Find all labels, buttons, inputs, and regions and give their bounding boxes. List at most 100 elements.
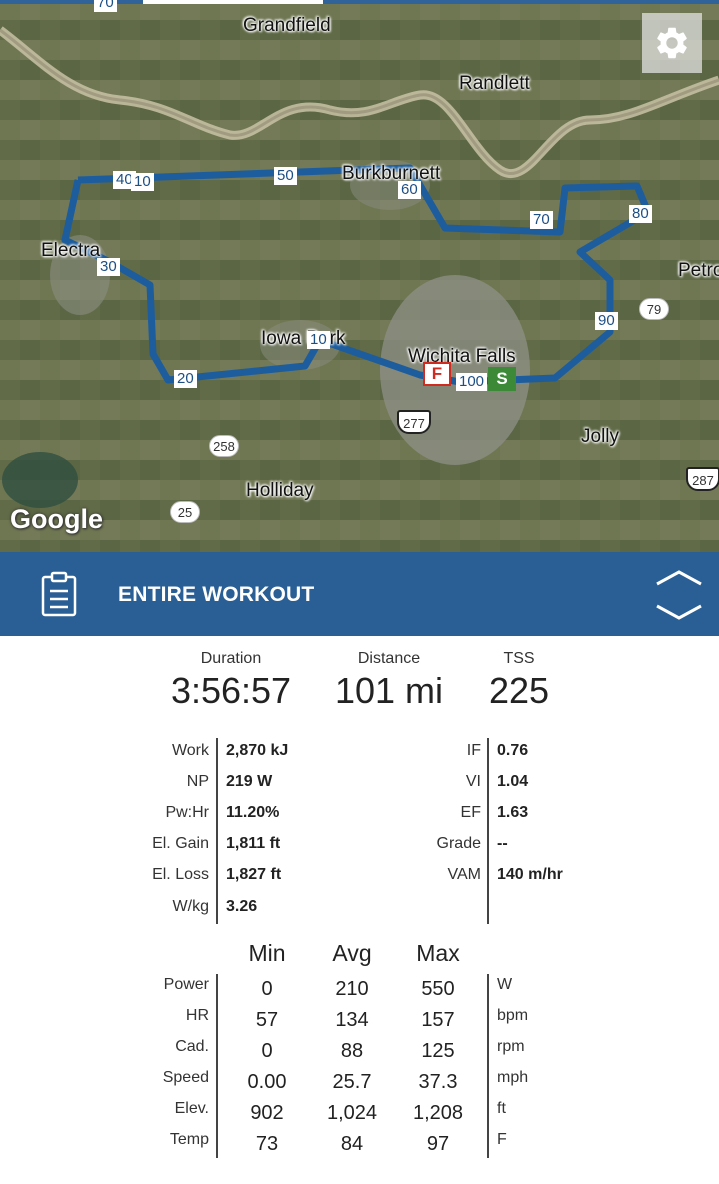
finish-marker[interactable]: F: [423, 362, 451, 386]
stat-min: 902: [250, 1102, 284, 1124]
chevron-down-icon: [656, 604, 702, 620]
stat-label: HR: [185, 1007, 209, 1024]
detail-value: 2,870 kJ: [226, 742, 289, 759]
mile-marker: 50: [274, 167, 297, 185]
mile-marker: 60: [398, 181, 421, 199]
workout-header-bar[interactable]: ENTIRE WORKOUT: [0, 552, 719, 636]
detail-label: El. Loss: [152, 866, 209, 883]
town-label: Petro: [678, 260, 719, 281]
stat-unit: bpm: [497, 1007, 529, 1024]
detail-label: VI: [465, 773, 481, 790]
google-logo: Google: [10, 504, 103, 534]
summary-value: 3:56:57: [170, 670, 292, 711]
divider: [487, 974, 489, 1158]
detail-value: 219 W: [226, 773, 273, 790]
divider: [216, 738, 218, 924]
summary-label: TSS: [503, 650, 535, 667]
stat-min: 73: [255, 1133, 279, 1155]
mile-marker: 70: [94, 0, 117, 12]
stat-avg: 210: [335, 978, 369, 1000]
mile-marker: 20: [174, 370, 197, 388]
stat-min: 0: [261, 1040, 273, 1062]
detail-label: VAM: [447, 866, 481, 883]
column-header-min: Min: [248, 940, 286, 966]
column-header-max: Max: [416, 940, 460, 966]
summary-value: 225: [488, 670, 550, 711]
stat-min: 57: [255, 1009, 279, 1031]
stat-avg: 1,024: [326, 1102, 378, 1124]
mile-marker: 30: [97, 258, 120, 276]
detail-value: 11.20%: [226, 804, 280, 821]
detail-label: W/kg: [172, 898, 209, 915]
town-label: Iowa Park: [261, 328, 346, 349]
detail-value: 140 m/hr: [497, 866, 563, 883]
detail-value: 0.76: [497, 742, 529, 759]
column-header-avg: Avg: [332, 940, 372, 966]
detail-value: 1,811 ft: [226, 835, 281, 852]
stat-label: Cad.: [175, 1038, 209, 1055]
detail-label: Work: [171, 742, 209, 759]
detail-value: 1,827 ft: [226, 866, 282, 883]
summary-distance: Distance 101 mi: [318, 650, 460, 712]
detail-label: El. Gain: [152, 835, 209, 852]
stat-avg: 84: [340, 1133, 364, 1155]
road-shield: 79: [639, 298, 669, 320]
summary-value: 101 mi: [334, 670, 444, 711]
mile-marker: 80: [629, 205, 652, 223]
town-label: Burkburnett: [342, 163, 441, 184]
road-shield: 25: [170, 501, 200, 523]
divider: [487, 738, 489, 924]
expand-collapse-toggle[interactable]: [652, 568, 706, 622]
town-label: Grandfield: [243, 15, 331, 36]
stat-unit: ft: [497, 1100, 506, 1117]
stat-label: Elev.: [174, 1100, 209, 1117]
road-shield: 258: [209, 435, 239, 457]
top-tab-indicator: [143, 0, 323, 4]
summary-label: Duration: [200, 650, 262, 667]
stat-avg: 134: [335, 1009, 369, 1031]
mile-marker: 10: [131, 173, 154, 191]
stat-min: 0: [261, 978, 273, 1000]
stat-avg: 88: [340, 1040, 364, 1062]
mile-marker: 10: [307, 331, 330, 349]
mile-marker: 90: [595, 312, 618, 330]
map-background: [0, 0, 719, 552]
detail-label: Pw:Hr: [165, 804, 209, 821]
detail-label: NP: [186, 773, 209, 790]
us-highway-shield: 287: [686, 467, 719, 491]
town-label: Randlett: [459, 73, 530, 94]
town-label: Holliday: [246, 480, 314, 501]
gear-icon: [657, 27, 687, 59]
stat-max: 550: [421, 978, 455, 1000]
detail-value: 1.04: [497, 773, 529, 790]
clipboard-icon: [41, 571, 77, 617]
us-highway-shield: 277: [397, 410, 431, 434]
town-label: Electra: [41, 240, 101, 261]
stat-max: 1,208: [412, 1102, 464, 1124]
stat-max: 157: [421, 1009, 455, 1031]
stat-max: 97: [426, 1133, 450, 1155]
stat-unit: F: [497, 1131, 507, 1148]
summary-duration: Duration 3:56:57: [160, 650, 302, 712]
stat-max: 125: [421, 1040, 455, 1062]
detail-label: EF: [460, 804, 481, 821]
settings-button[interactable]: [642, 13, 702, 73]
divider: [216, 974, 218, 1158]
stat-avg: 25.7: [332, 1071, 372, 1093]
stat-label: Speed: [162, 1069, 209, 1086]
workout-title: ENTIRE WORKOUT: [118, 583, 315, 606]
mile-marker: 70: [530, 211, 553, 229]
summary-tss: TSS 225: [465, 650, 573, 712]
stat-min: 0.00: [247, 1071, 287, 1093]
mile-marker: 100: [456, 373, 488, 391]
route-map[interactable]: 70 Grandfield Randlett Burkburnett Elect…: [0, 0, 719, 552]
stat-unit: mph: [497, 1069, 529, 1086]
chevron-up-icon: [656, 570, 702, 586]
start-marker[interactable]: S: [488, 367, 516, 391]
stat-max: 37.3: [418, 1071, 458, 1093]
summary-label: Distance: [357, 650, 421, 667]
detail-label: Grade: [436, 835, 481, 852]
stat-unit: W: [497, 976, 513, 993]
detail-label: IF: [466, 742, 481, 759]
detail-value: 1.63: [497, 804, 529, 821]
